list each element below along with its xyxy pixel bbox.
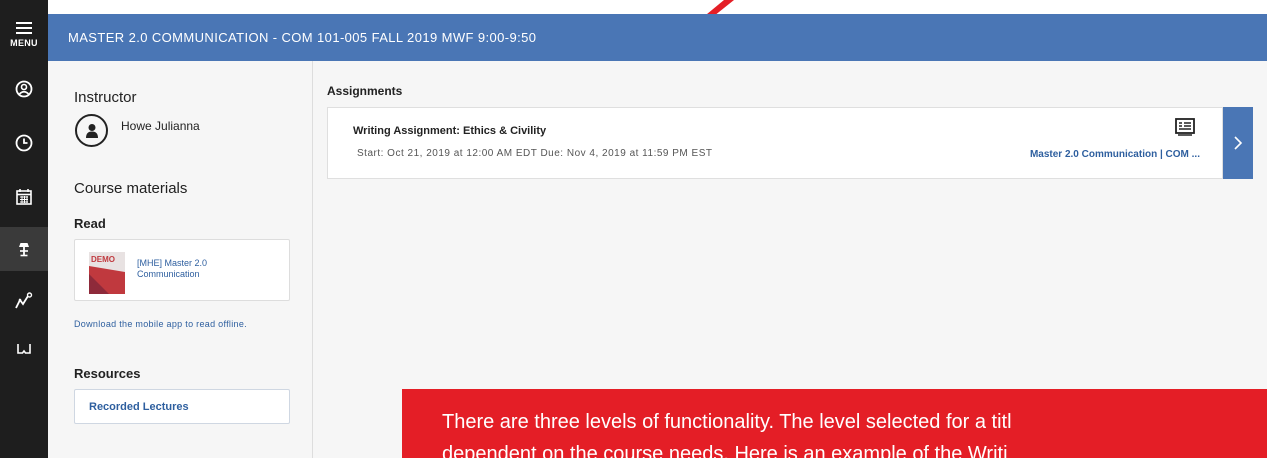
glasses-icon (17, 344, 31, 354)
assignment-title: Writing Assignment: Ethics & Civility (353, 125, 547, 137)
avatar (75, 114, 108, 147)
instructor-name: Howe Julianna (121, 119, 200, 133)
history-nav-button[interactable] (0, 121, 48, 165)
download-app-link[interactable]: Download the mobile app to read offline. (74, 319, 294, 330)
resources-heading: Resources (74, 366, 141, 381)
course-materials-heading: Course materials (74, 180, 188, 197)
classroom-nav-button[interactable] (0, 227, 48, 271)
ebook-card[interactable]: DEMO [MHE] Master 2.0 Communication (74, 239, 290, 301)
open-assignment-button[interactable] (1223, 107, 1253, 179)
menu-button[interactable]: MENU (0, 10, 48, 60)
performance-nav-button[interactable] (0, 279, 48, 323)
read-heading: Read (74, 216, 106, 231)
calendar-nav-button[interactable] (0, 175, 48, 219)
profile-icon (15, 80, 33, 98)
calendar-icon (16, 189, 32, 205)
readiness-nav-button[interactable] (0, 327, 48, 371)
callout-line-2: dependent on the course needs. Here is a… (442, 443, 1008, 458)
clock-icon (15, 134, 33, 152)
book-cover-image: DEMO (89, 252, 125, 294)
assignment-document-icon (1175, 118, 1195, 136)
annotation-callout: There are three levels of functionality.… (402, 389, 1267, 458)
course-sidebar: Instructor Howe Julianna Course material… (48, 61, 313, 458)
assignment-dates: Start: Oct 21, 2019 at 12:00 AM EDT Due:… (357, 148, 713, 159)
recorded-lectures-label: Recorded Lectures (89, 401, 189, 413)
profile-nav-button[interactable] (0, 67, 48, 111)
lamp-icon (19, 243, 29, 257)
chevron-right-icon (1234, 136, 1243, 150)
assignments-heading: Assignments (327, 84, 403, 98)
nav-rail: MENU (0, 0, 48, 458)
assignment-card[interactable]: Writing Assignment: Ethics & Civility St… (327, 107, 1223, 179)
recorded-lectures-button[interactable]: Recorded Lectures (74, 389, 290, 424)
graph-icon (15, 292, 33, 309)
person-icon (85, 123, 98, 138)
course-header: MASTER 2.0 COMMUNICATION - COM 101-005 F… (48, 14, 1267, 61)
book-cover-badge: DEMO (91, 255, 115, 264)
instructor-heading: Instructor (74, 89, 137, 106)
assignment-course: Master 2.0 Communication | COM ... (1029, 149, 1200, 160)
callout-line-1: There are three levels of functionality.… (442, 411, 1012, 433)
course-title: MASTER 2.0 COMMUNICATION - COM 101-005 F… (68, 30, 537, 45)
ebook-title: [MHE] Master 2.0 Communication (137, 258, 208, 279)
menu-label: MENU (10, 38, 38, 48)
hamburger-icon (16, 22, 32, 34)
